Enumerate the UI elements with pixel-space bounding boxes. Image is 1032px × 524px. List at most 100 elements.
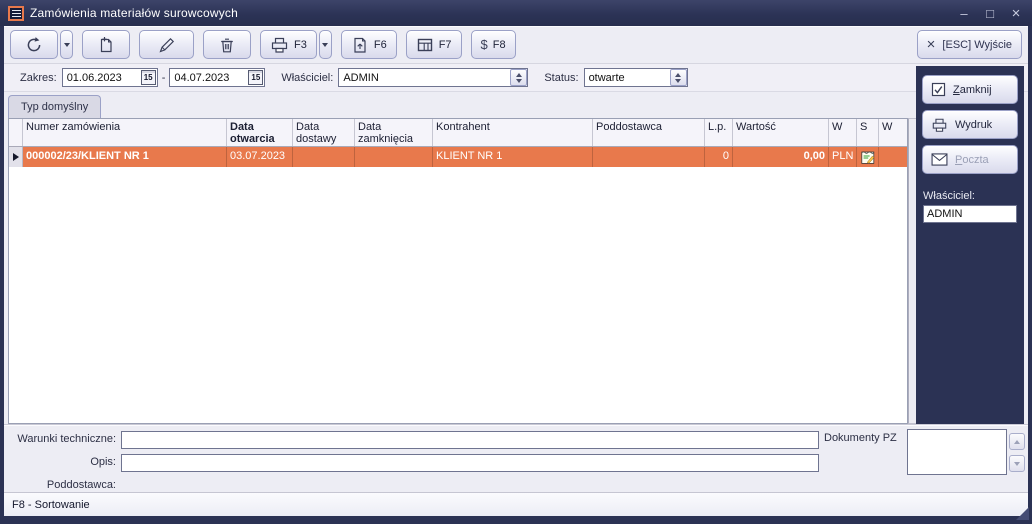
grid-view-button[interactable]: F7 xyxy=(406,30,462,59)
wydruk-button[interactable]: Wydruk xyxy=(922,110,1018,139)
spinner-icon[interactable] xyxy=(510,69,527,86)
refresh-icon xyxy=(25,36,43,54)
header-selector xyxy=(9,119,23,146)
wlasciciel-value: ADMIN xyxy=(339,72,510,84)
close-icon[interactable]: × xyxy=(1008,7,1024,20)
minimize-icon[interactable]: – xyxy=(956,7,972,20)
currency-dollar-icon: $ xyxy=(481,37,488,52)
zakres-label: Zakres: xyxy=(20,72,57,84)
dokumenty-pz-list[interactable] xyxy=(907,429,1007,475)
export-document-icon xyxy=(351,36,369,54)
header-data-otwarcia[interactable]: Data otwarcia xyxy=(227,119,293,146)
maximize-icon[interactable]: □ xyxy=(982,7,998,20)
print-button[interactable]: F3 xyxy=(260,30,317,59)
wlasciciel-label: Właściciel: xyxy=(281,72,333,84)
exit-button[interactable]: × [ESC] Wyjście xyxy=(917,30,1022,59)
currency-button[interactable]: $ F8 xyxy=(471,30,516,59)
grid-view-icon xyxy=(416,36,434,54)
status-label: Status: xyxy=(544,72,578,84)
chevron-down-icon xyxy=(64,43,70,47)
refresh-button[interactable] xyxy=(10,30,58,59)
date-from-value: 01.06.2023 xyxy=(63,72,141,84)
printer-icon xyxy=(931,117,948,133)
cell-data-zamkniecia xyxy=(355,147,433,167)
header-w2[interactable]: W xyxy=(879,119,907,146)
header-data-zamkniecia[interactable]: Data zamknięcia xyxy=(355,119,433,146)
filter-bar: Zakres: 01.06.2023 15 - 04.07.2023 15 Wł… xyxy=(4,64,1028,92)
header-kontrahent[interactable]: Kontrahent xyxy=(433,119,593,146)
wlasciciel-combo[interactable]: ADMIN xyxy=(338,68,528,87)
date-from-field[interactable]: 01.06.2023 15 xyxy=(62,68,158,87)
header-wartosc[interactable]: Wartość xyxy=(733,119,829,146)
bottom-panel: Warunki techniczne: Dokumenty PZ Opis: P… xyxy=(4,424,1028,492)
tab-typ-domyslny[interactable]: Typ domyślny xyxy=(8,95,101,118)
new-button[interactable] xyxy=(82,30,130,59)
status-combo[interactable]: otwarte xyxy=(584,68,688,87)
close-x-icon: × xyxy=(927,37,936,52)
app-logo-icon xyxy=(8,6,24,21)
export-button[interactable]: F6 xyxy=(341,30,397,59)
wydruk-button-label: Wydruk xyxy=(955,119,992,131)
scroll-up-button[interactable] xyxy=(1009,433,1025,450)
currency-fkey-label: F8 xyxy=(493,39,506,51)
range-separator: - xyxy=(162,72,166,84)
status-bar: F8 - Sortowanie xyxy=(4,492,1028,516)
cell-kontrahent: KLIENT NR 1 xyxy=(433,147,593,167)
side-wlasciciel-label: Właściciel: xyxy=(923,190,1024,202)
title-bar: Zamówienia materiałów surowcowych – □ × xyxy=(0,0,1032,26)
date-to-field[interactable]: 04.07.2023 15 xyxy=(169,68,265,87)
cell-waluta: PLN xyxy=(829,147,857,167)
warunki-label: Warunki techniczne: xyxy=(6,433,116,445)
header-lp[interactable]: L.p. xyxy=(705,119,733,146)
table-row[interactable]: 000002/23/KLIENT NR 1 03.07.2023 KLIENT … xyxy=(9,147,907,167)
opis-input[interactable] xyxy=(121,454,819,472)
triangle-down-icon xyxy=(1014,462,1020,466)
poczta-button[interactable]: Poczta xyxy=(922,145,1018,174)
header-data-dostawy[interactable]: Data dostawy xyxy=(293,119,355,146)
delete-button[interactable] xyxy=(203,30,251,59)
orders-table: Numer zamówienia Data otwarcia Data dost… xyxy=(8,118,908,424)
warunki-input[interactable] xyxy=(121,431,819,449)
app-window: Zamówienia materiałów surowcowych – □ × xyxy=(0,0,1032,524)
tab-label: Typ domyślny xyxy=(21,101,88,113)
header-numer[interactable]: Numer zamówienia xyxy=(23,119,227,146)
dokumenty-pz-label: Dokumenty PZ xyxy=(824,432,897,444)
zamknij-button-label: Zamknij xyxy=(953,84,992,96)
cell-wartosc: 0,00 xyxy=(733,147,829,167)
calendar-icon[interactable]: 15 xyxy=(248,70,263,85)
row-selector-cell xyxy=(9,147,23,167)
status-text: F8 - Sortowanie xyxy=(12,499,90,511)
edit-button[interactable] xyxy=(139,30,194,59)
cell-lp: 0 xyxy=(705,147,733,167)
print-dropdown-button[interactable] xyxy=(319,30,332,59)
resize-grip-icon[interactable] xyxy=(1016,507,1029,520)
header-w1[interactable]: W xyxy=(829,119,857,146)
toolbar: F3 F6 F7 $ F8 × xyxy=(4,26,1028,64)
triangle-up-icon xyxy=(1014,440,1020,444)
zamknij-button[interactable]: Zamknij xyxy=(922,75,1018,104)
side-panel: Zamknij Wydruk Poczta Właściciel: xyxy=(916,66,1024,424)
check-icon xyxy=(931,82,946,97)
cell-w2 xyxy=(879,147,907,167)
opis-label: Opis: xyxy=(6,456,116,468)
note-edit-icon xyxy=(861,150,875,164)
grid-fkey-label: F7 xyxy=(439,39,452,51)
header-s[interactable]: S xyxy=(857,119,879,146)
mail-envelope-icon xyxy=(931,153,948,166)
cell-status-icon xyxy=(857,147,879,167)
window-title: Zamówienia materiałów surowcowych xyxy=(30,6,238,20)
cell-poddostawca xyxy=(593,147,705,167)
side-wlasciciel-input[interactable] xyxy=(923,205,1017,223)
chevron-down-icon xyxy=(322,43,328,47)
spinner-icon[interactable] xyxy=(670,69,687,86)
print-icon xyxy=(270,36,289,54)
status-value: otwarte xyxy=(585,72,670,84)
header-poddostawca[interactable]: Poddostawca xyxy=(593,119,705,146)
scroll-down-button[interactable] xyxy=(1009,455,1025,472)
cell-data-otwarcia: 03.07.2023 xyxy=(227,147,293,167)
exit-button-label: [ESC] Wyjście xyxy=(942,39,1012,51)
refresh-dropdown-button[interactable] xyxy=(60,30,73,59)
export-fkey-label: F6 xyxy=(374,39,387,51)
calendar-icon[interactable]: 15 xyxy=(141,70,156,85)
cell-data-dostawy xyxy=(293,147,355,167)
